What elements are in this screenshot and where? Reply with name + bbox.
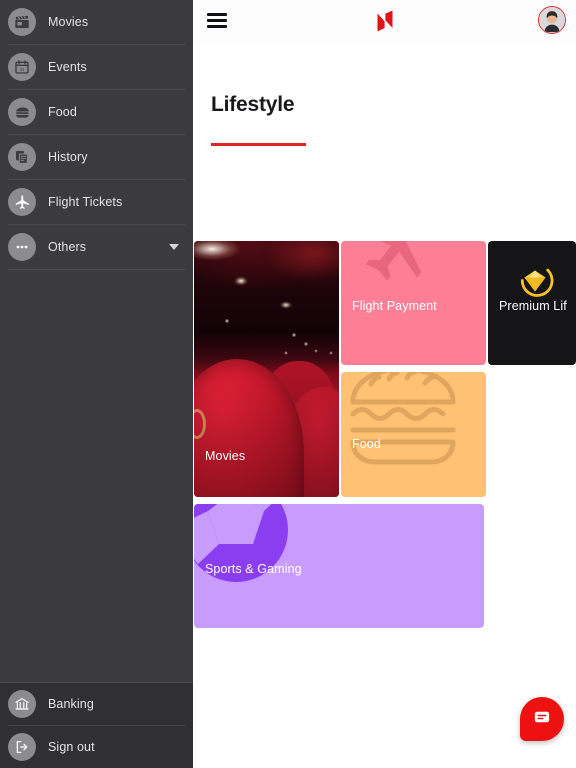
sidebar-item-events[interactable]: 31 Events	[0, 45, 193, 89]
airplane-icon	[8, 188, 36, 216]
tile-label: Premium Lif	[499, 299, 567, 313]
brand-logo-icon[interactable]	[370, 6, 400, 36]
title-underline	[211, 143, 306, 146]
sidebar-item-movies[interactable]: Movies	[0, 0, 193, 44]
tile-premium-life[interactable]: Premium Lif	[488, 241, 576, 365]
tile-movies[interactable]: Movies	[194, 241, 339, 497]
tile-food[interactable]: Food	[341, 372, 486, 497]
clapperboard-icon	[8, 8, 36, 36]
sidebar-item-label: Movies	[48, 15, 88, 29]
tile-label: Food	[352, 437, 381, 451]
tile-flight-payment[interactable]: Flight Payment	[341, 241, 486, 365]
sidebar-nav-top: Movies 31 Events	[0, 0, 193, 682]
sign-out-icon	[8, 733, 36, 761]
sidebar-item-food[interactable]: Food	[0, 90, 193, 134]
tile-label: Flight Payment	[352, 299, 437, 313]
tile-column-middle: Flight Payment	[341, 241, 486, 497]
sidebar-item-sign-out[interactable]: Sign out	[0, 726, 193, 768]
ellipsis-icon	[8, 233, 36, 261]
svg-text:31: 31	[19, 67, 25, 72]
tile-grid: Movies Flight Payment	[193, 241, 576, 628]
page-title: Lifestyle	[211, 93, 576, 117]
tile-sports-gaming[interactable]: Sports & Gaming	[194, 504, 484, 628]
main-content: Lifestyle Movies	[193, 0, 576, 768]
calendar-icon: 31	[8, 53, 36, 81]
sidebar-item-banking[interactable]: Banking	[0, 683, 193, 725]
burger-icon	[8, 98, 36, 126]
sidebar: Movies 31 Events	[0, 0, 193, 768]
tile-grid-row-top: Movies Flight Payment	[193, 241, 576, 497]
sidebar-item-label: Food	[48, 105, 77, 119]
tile-label: Sports & Gaming	[205, 562, 302, 576]
sidebar-item-label: Flight Tickets	[48, 195, 122, 209]
sidebar-divider	[8, 269, 185, 270]
sidebar-item-label: Events	[48, 60, 87, 74]
chat-fab-button[interactable]	[520, 697, 564, 741]
sidebar-item-others[interactable]: Others	[0, 225, 193, 269]
tile-label: Movies	[205, 449, 245, 463]
sidebar-item-label: History	[48, 150, 88, 164]
app-root: Movies 31 Events	[0, 0, 576, 768]
chevron-down-icon[interactable]	[169, 244, 179, 250]
tile-grid-row-bottom: Sports & Gaming	[193, 504, 576, 628]
sidebar-item-label: Others	[48, 240, 86, 254]
bank-icon	[8, 690, 36, 718]
page-header: Lifestyle	[193, 41, 576, 146]
burger-icon	[341, 372, 486, 497]
chat-bubble-icon	[533, 708, 551, 731]
hamburger-menu-icon[interactable]	[207, 13, 227, 28]
history-icon	[8, 143, 36, 171]
user-avatar-icon[interactable]	[538, 6, 566, 34]
sidebar-nav-bottom: Banking Sign out	[0, 682, 193, 768]
topbar	[193, 0, 576, 41]
sidebar-item-history[interactable]: History	[0, 135, 193, 179]
sidebar-item-label: Sign out	[48, 740, 95, 754]
sidebar-item-flight-tickets[interactable]: Flight Tickets	[0, 180, 193, 224]
sidebar-item-label: Banking	[48, 697, 94, 711]
